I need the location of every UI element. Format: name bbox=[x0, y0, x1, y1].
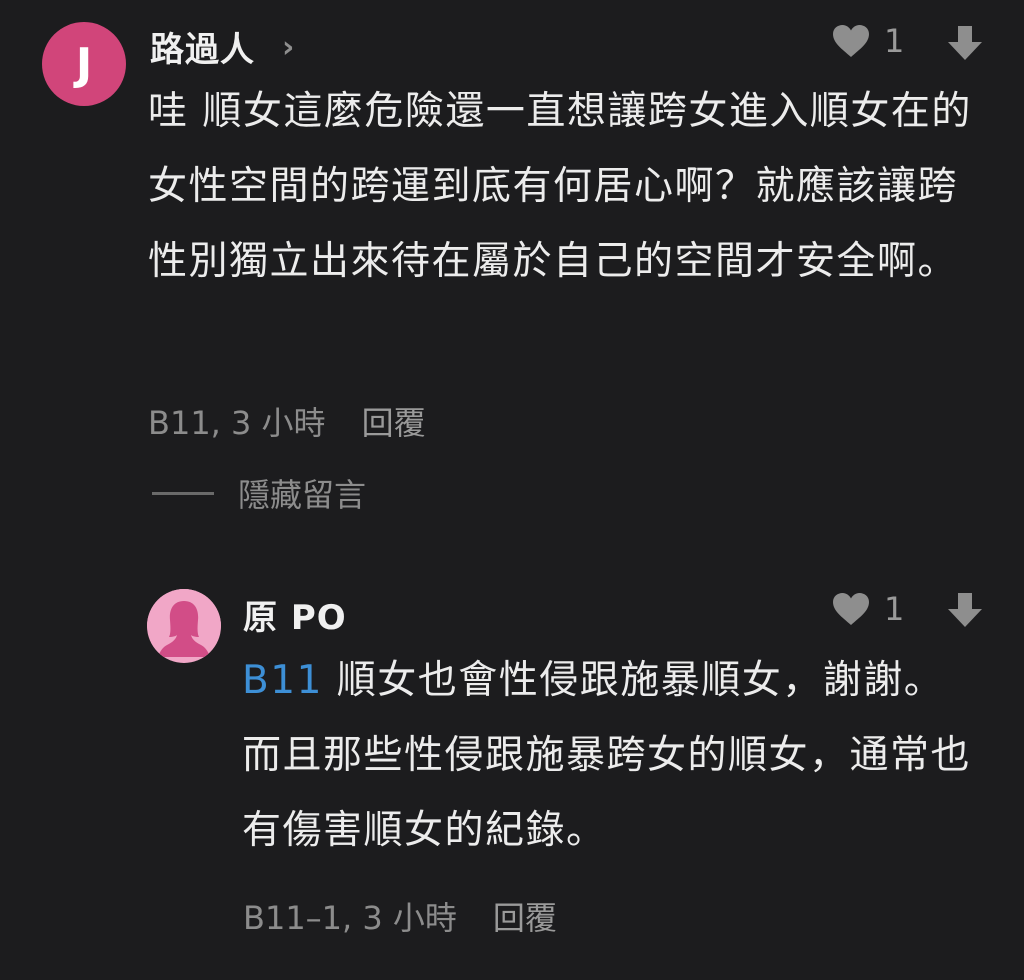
heart-icon bbox=[832, 24, 870, 58]
floor-time: B11–1, 3 小時 bbox=[243, 899, 457, 937]
divider bbox=[152, 491, 214, 495]
like-count: 1 bbox=[884, 22, 905, 60]
comment-body: 哇 順女這麼危險還一直想讓跨女進入順女在的女性空間的跨運到底有何居心啊？就應該讓… bbox=[148, 89, 972, 284]
reply-button[interactable]: 回覆 bbox=[493, 893, 557, 939]
comment-username[interactable]: 路過人 bbox=[150, 22, 255, 71]
downvote-button[interactable] bbox=[946, 24, 984, 66]
reply-body-text: 順女也會性侵跟施暴順女，謝謝。而且那些性侵跟施暴跨女的順女，通常也有傷害順女的紀… bbox=[242, 658, 972, 853]
reply-username[interactable]: 原 PO bbox=[243, 590, 347, 639]
chevron-right-icon[interactable]: › bbox=[282, 30, 294, 65]
floor-mention-link[interactable]: B11 bbox=[242, 658, 323, 703]
floor-time: B11, 3 小時 bbox=[148, 404, 326, 442]
like-count: 1 bbox=[884, 590, 905, 628]
avatar[interactable] bbox=[147, 589, 221, 663]
comment-meta: B11, 3 小時 回覆 bbox=[148, 398, 426, 444]
reply-body: B11 順女也會性侵跟施暴順女，謝謝。而且那些性侵跟施暴跨女的順女，通常也有傷害… bbox=[242, 643, 982, 868]
downvote-arrow-icon bbox=[946, 26, 984, 66]
avatar[interactable]: J bbox=[42, 22, 126, 106]
reply-button[interactable]: 回覆 bbox=[362, 398, 426, 444]
person-silhouette-icon bbox=[147, 589, 221, 663]
downvote-arrow-icon bbox=[946, 593, 984, 633]
like-button[interactable]: 1 bbox=[832, 590, 904, 628]
hide-comments-label: 隱藏留言 bbox=[238, 476, 367, 514]
reply-meta: B11–1, 3 小時 回覆 bbox=[243, 893, 557, 939]
avatar-letter: J bbox=[75, 38, 93, 90]
downvote-button[interactable] bbox=[946, 591, 984, 633]
heart-icon bbox=[832, 592, 870, 626]
hide-comments-toggle[interactable]: 隱藏留言 bbox=[152, 470, 366, 516]
like-button[interactable]: 1 bbox=[832, 22, 904, 60]
